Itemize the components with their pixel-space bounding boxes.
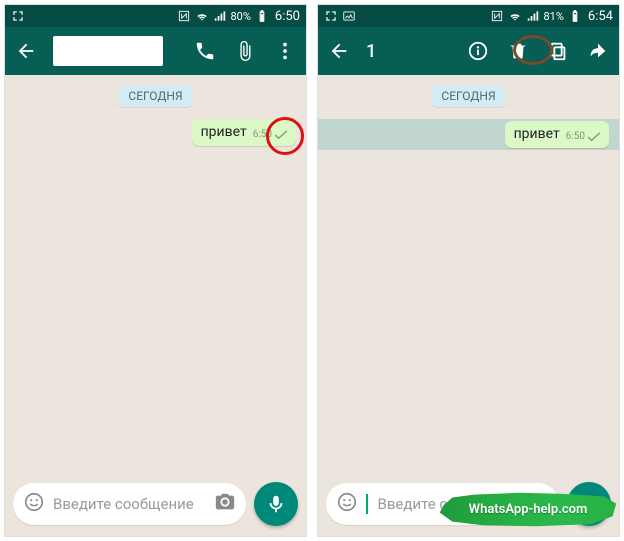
info-button[interactable]: [465, 38, 491, 64]
signal-icon: [526, 9, 540, 23]
back-button[interactable]: [326, 38, 352, 64]
mic-button[interactable]: [254, 482, 298, 526]
nfc-icon: [490, 9, 504, 23]
date-chip: СЕГОДНЯ: [431, 85, 505, 107]
back-button[interactable]: [13, 38, 39, 64]
status-bar: 81% 6:54: [318, 5, 619, 27]
wifi-icon: [195, 9, 209, 23]
contact-name-redacted[interactable]: [53, 36, 163, 66]
message-row-selected[interactable]: привет 6:50: [318, 119, 619, 150]
status-time: 6:50: [275, 9, 300, 24]
message-text: привет: [201, 124, 247, 140]
text-cursor: [366, 494, 368, 514]
camera-icon[interactable]: [214, 491, 236, 517]
forward-button[interactable]: [585, 38, 611, 64]
single-check-icon: [587, 132, 601, 142]
message-input[interactable]: Введите сообщение: [13, 483, 246, 525]
message-input[interactable]: Введите со: [326, 483, 559, 525]
message-bubble-outgoing[interactable]: привет 6:50: [192, 119, 296, 146]
battery-percent: 80%: [231, 10, 251, 23]
screenshot-icon: [11, 9, 25, 23]
chat-body[interactable]: СЕГОДНЯ привет 6:50: [5, 75, 306, 476]
message-row[interactable]: привет 6:50: [15, 119, 296, 146]
input-placeholder: Введите сообщение: [53, 495, 206, 513]
battery-icon: [568, 9, 582, 23]
date-chip: СЕГОДНЯ: [118, 85, 192, 107]
selection-app-bar: 1: [318, 27, 619, 75]
message-meta: 6:50: [253, 129, 288, 140]
battery-percent: 81%: [544, 10, 564, 23]
battery-icon: [255, 9, 269, 23]
gallery-icon: [342, 9, 356, 23]
nfc-icon: [177, 9, 191, 23]
attach-button[interactable]: [232, 38, 258, 64]
mic-button[interactable]: [567, 482, 611, 526]
input-placeholder: Введите со: [378, 495, 520, 513]
phone-right: 81% 6:54 1 СЕГОДНЯ привет 6:50 Вв: [317, 4, 620, 537]
chat-app-bar: [5, 27, 306, 75]
single-check-icon: [274, 130, 288, 140]
message-time: 6:50: [253, 129, 272, 140]
input-bar: Введите сообщение: [5, 476, 306, 536]
menu-button[interactable]: [272, 38, 298, 64]
message-time: 6:50: [566, 131, 585, 142]
status-time: 6:54: [588, 9, 613, 24]
wifi-icon: [508, 9, 522, 23]
call-button[interactable]: [192, 38, 218, 64]
signal-icon: [213, 9, 227, 23]
screenshot-icon: [324, 9, 338, 23]
delete-button[interactable]: [505, 38, 531, 64]
message-meta: 6:50: [566, 131, 601, 142]
chat-body[interactable]: СЕГОДНЯ привет 6:50: [318, 75, 619, 476]
status-bar: 80% 6:50: [5, 5, 306, 27]
message-text: привет: [514, 126, 560, 142]
emoji-icon[interactable]: [23, 491, 45, 517]
phone-left: 80% 6:50 СЕГОДНЯ привет 6:50 Введите соо…: [4, 4, 307, 537]
emoji-icon[interactable]: [336, 491, 358, 517]
input-bar: Введите со: [318, 476, 619, 536]
copy-button[interactable]: [545, 38, 571, 64]
camera-icon[interactable]: [527, 491, 549, 517]
message-bubble-outgoing[interactable]: привет 6:50: [505, 121, 609, 148]
selection-count: 1: [366, 41, 376, 62]
